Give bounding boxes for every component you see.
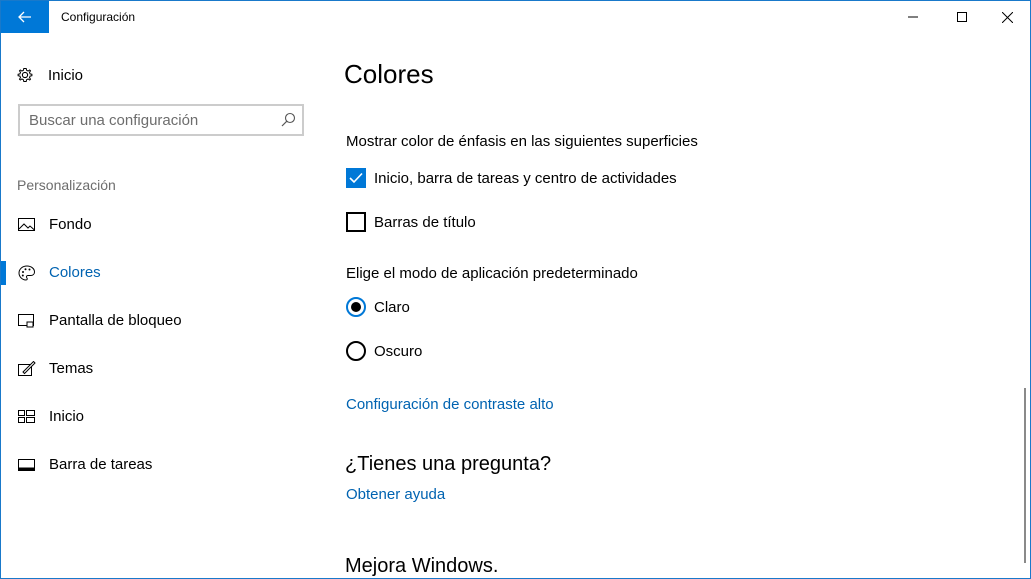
sidebar-item-colores[interactable]: Colores: [1, 249, 323, 297]
sidebar-home[interactable]: Inicio: [17, 63, 83, 87]
scrollbar[interactable]: [1020, 33, 1030, 578]
close-button[interactable]: [984, 1, 1030, 33]
search-input[interactable]: [20, 106, 279, 134]
gear-icon: [17, 68, 33, 82]
radio-selected[interactable]: [346, 297, 366, 317]
start-tiles-icon: [18, 410, 35, 423]
radio-light-mode[interactable]: Claro: [346, 296, 410, 318]
main-content: Colores Mostrar color de énfasis en las …: [323, 33, 1023, 578]
radio-label: Oscuro: [374, 342, 423, 360]
improve-windows-heading: Mejora Windows.: [345, 555, 499, 577]
maximize-button[interactable]: [939, 1, 985, 33]
page-title: Colores: [344, 59, 434, 89]
checkbox-label: Inicio, barra de tareas y centro de acti…: [374, 169, 677, 187]
close-icon: [1001, 11, 1013, 23]
scrollbar-thumb[interactable]: [1024, 388, 1026, 563]
picture-icon: [18, 218, 35, 231]
sidebar-item-label: Pantalla de bloqueo: [49, 312, 182, 329]
high-contrast-link[interactable]: Configuración de contraste alto: [346, 396, 554, 413]
sidebar-item-label: Barra de tareas: [49, 456, 153, 473]
lock-screen-icon: [18, 314, 34, 328]
maximize-icon: [957, 12, 967, 22]
sidebar: Inicio Personalización Fondo Colores: [1, 33, 323, 578]
checkbox-label: Barras de título: [374, 213, 476, 231]
window-title: Configuración: [61, 10, 136, 24]
sidebar-item-temas[interactable]: Temas: [1, 345, 323, 393]
themes-icon: [18, 361, 36, 376]
palette-icon: [18, 265, 36, 281]
sidebar-item-label: Temas: [49, 360, 94, 377]
minimize-icon: [908, 16, 918, 18]
checkbox-unchecked[interactable]: [346, 212, 366, 232]
search-icon: [281, 112, 296, 127]
checkbox-title-bars[interactable]: Barras de título: [346, 211, 476, 233]
settings-window: Configuración Inicio Personalización: [0, 0, 1031, 579]
get-help-link[interactable]: Obtener ayuda: [346, 486, 445, 503]
sidebar-item-fondo[interactable]: Fondo: [1, 201, 323, 249]
radio-unselected[interactable]: [346, 341, 366, 361]
question-heading: ¿Tienes una pregunta?: [345, 453, 552, 475]
minimize-button[interactable]: [890, 1, 936, 33]
back-arrow-icon: [18, 11, 31, 23]
mode-heading: Elige el modo de aplicación predetermina…: [346, 265, 638, 282]
search-box[interactable]: [18, 104, 304, 136]
checkbox-start-taskbar[interactable]: Inicio, barra de tareas y centro de acti…: [346, 167, 677, 189]
sidebar-home-label: Inicio: [48, 66, 84, 84]
taskbar-icon: [18, 459, 35, 471]
radio-label: Claro: [374, 298, 410, 316]
accent-heading: Mostrar color de énfasis en las siguient…: [346, 133, 698, 150]
checkmark-icon: [349, 172, 363, 184]
sidebar-item-inicio[interactable]: Inicio: [1, 393, 323, 441]
radio-dark-mode[interactable]: Oscuro: [346, 340, 422, 362]
back-button[interactable]: [1, 1, 49, 33]
sidebar-item-pantalla-de-bloqueo[interactable]: Pantalla de bloqueo: [1, 297, 323, 345]
sidebar-item-label: Inicio: [49, 408, 85, 425]
title-bar: Configuración: [1, 1, 1030, 33]
sidebar-item-label: Fondo: [49, 216, 92, 233]
sidebar-item-label: Colores: [49, 264, 101, 281]
checkbox-checked[interactable]: [346, 168, 366, 188]
sidebar-item-barra-de-tareas[interactable]: Barra de tareas: [1, 441, 323, 489]
section-label-personalization: Personalización: [17, 177, 116, 193]
